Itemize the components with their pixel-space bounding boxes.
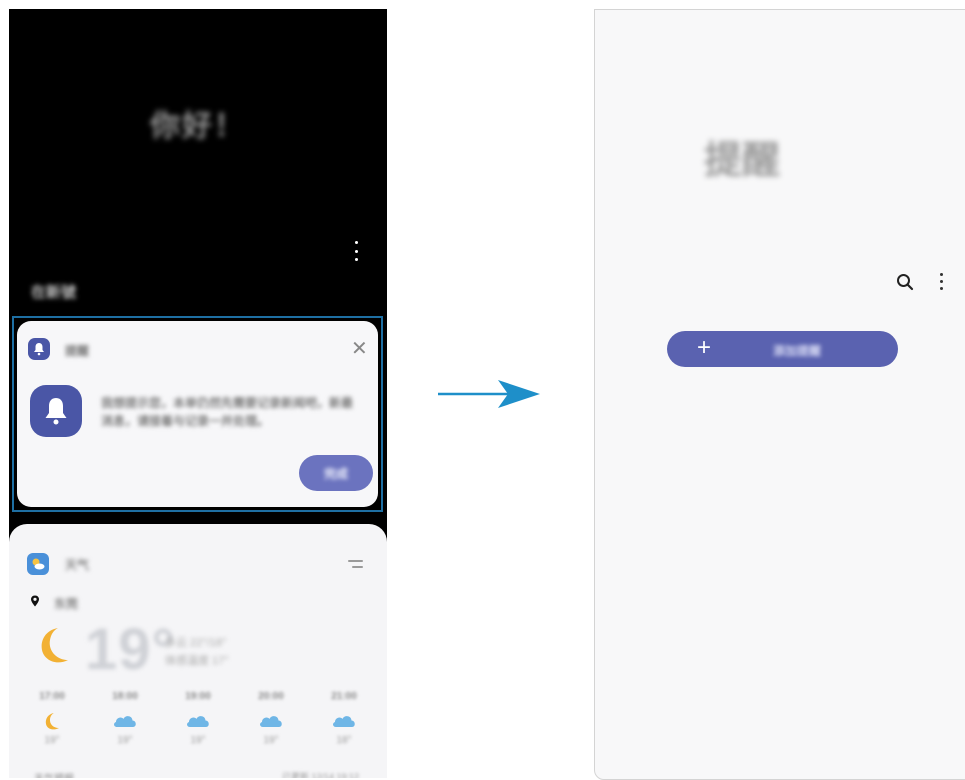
cloud-icon: [112, 707, 138, 735]
moon-icon: [34, 624, 74, 673]
weather-widget[interactable]: 天气 东莞 19° 多云 22°/18° 体感温度 17° 17:00 19° …: [9, 524, 387, 778]
hourly-forecast: 17:00 19° 18:00 19° 19:00 19° 20:00 19° …: [19, 691, 377, 746]
bell-icon-large: [30, 385, 82, 437]
hourly-item: 21:00 18°: [331, 691, 357, 746]
more-options-icon[interactable]: [350, 241, 362, 261]
right-screen: 提醒 + 添加提醒: [594, 9, 965, 780]
transition-arrow-icon: [438, 378, 542, 415]
bell-icon: [28, 338, 50, 360]
greeting-panel: 你好！ 在新號: [9, 9, 387, 312]
location-row: 东莞: [30, 594, 78, 612]
greeting-title: 你好！: [150, 110, 246, 143]
weather-app-icon: [27, 553, 49, 575]
weather-app-name: 天气: [65, 558, 90, 572]
hourly-item: 18:00 19°: [112, 691, 138, 746]
weather-footer-source: 天气预报: [34, 770, 74, 778]
greeting-footer: 在新號: [31, 284, 77, 301]
hourly-item: 17:00 19°: [39, 691, 65, 746]
weather-updated-time: 已更新 12/14 19:12: [282, 772, 360, 778]
plus-icon: +: [697, 334, 712, 361]
notification-app-name: 提醒: [65, 344, 90, 358]
complete-button[interactable]: 完成: [299, 455, 373, 491]
temperature-details: 多云 22°/18° 体感温度 17°: [165, 637, 229, 667]
add-reminder-button[interactable]: + 添加提醒: [667, 331, 898, 367]
close-icon[interactable]: ✕: [351, 339, 368, 359]
notification-message: 我想提示您，本单仍然先需要记录新闻吧，新最消息，请接着与记录一并处理。: [101, 396, 354, 428]
page-title: 提醒: [703, 140, 780, 182]
cloud-icon: [258, 707, 284, 735]
cloud-icon: [331, 707, 357, 735]
notification-highlight-frame: 提醒 ✕ 我想提示您，本单仍然先需要记录新闻吧，新最消息，请接着与记录一并处理。…: [12, 316, 383, 512]
location-pin-icon: [30, 594, 40, 612]
cloud-icon: [185, 707, 211, 735]
hourly-item: 20:00 19°: [258, 691, 284, 746]
current-temperature: 19°: [85, 617, 176, 682]
location-name: 东莞: [54, 596, 79, 611]
menu-icon[interactable]: [348, 560, 363, 572]
add-reminder-label: 添加提醒: [773, 344, 822, 358]
search-icon[interactable]: [896, 273, 914, 296]
notification-card[interactable]: 提醒 ✕ 我想提示您，本单仍然先需要记录新闻吧，新最消息，请接着与记录一并处理。…: [17, 321, 378, 507]
hourly-item: 19:00 19°: [185, 691, 211, 746]
moon-icon: [42, 707, 62, 735]
more-options-icon[interactable]: [936, 273, 946, 290]
left-screen: 你好！ 在新號 提醒 ✕ 我想提示您，本单仍然先需要记录新闻吧，新最消息，请接着…: [9, 9, 387, 778]
